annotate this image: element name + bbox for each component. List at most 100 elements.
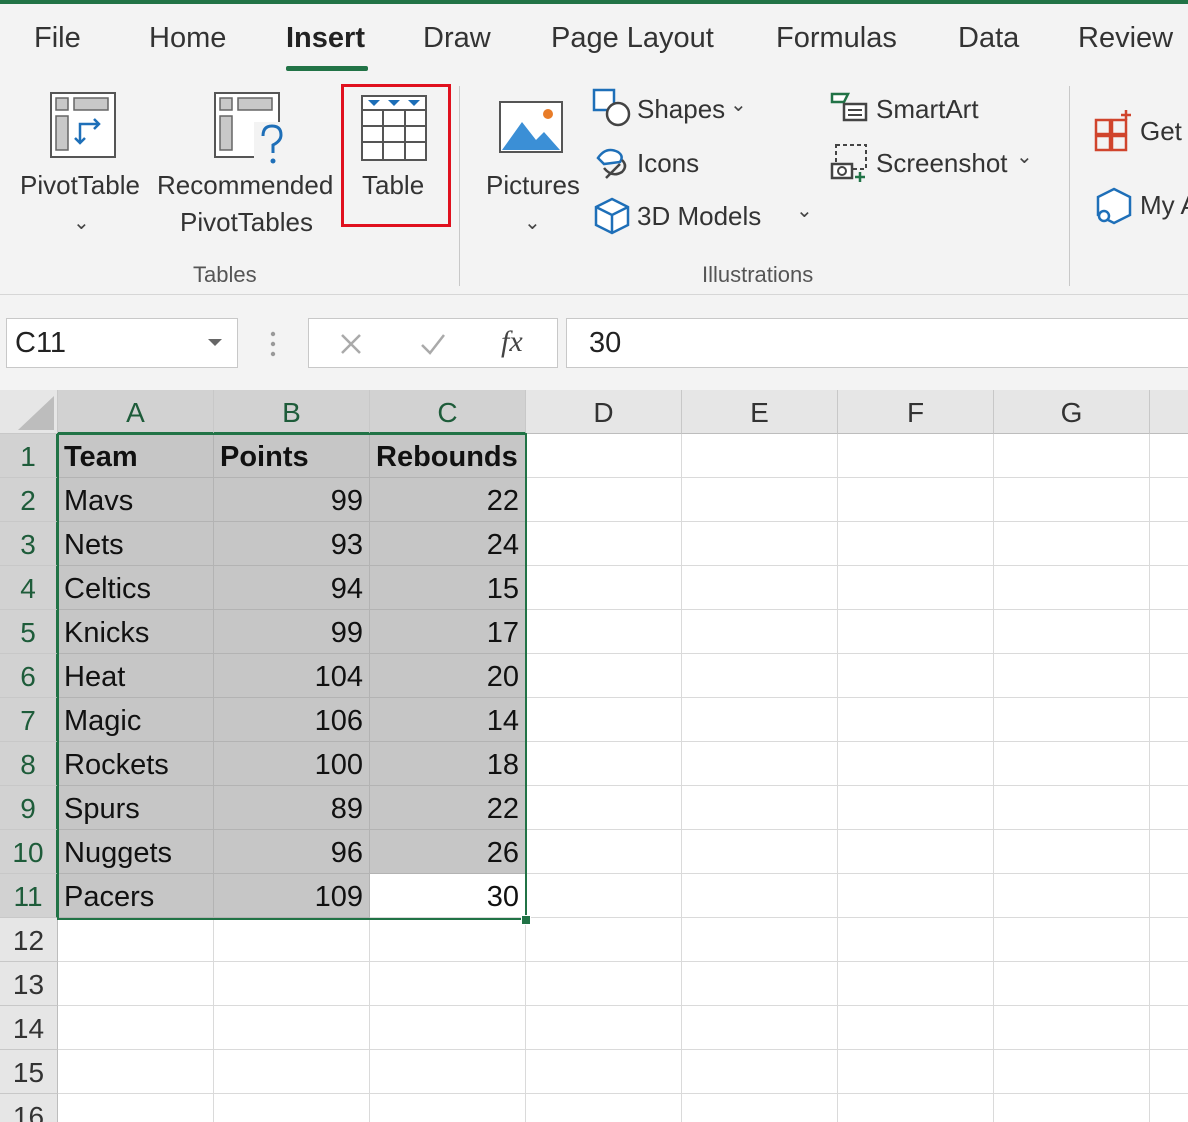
cell-d8[interactable]	[526, 742, 682, 786]
cell-c5[interactable]: 17	[370, 610, 526, 654]
row-header-3[interactable]: 3	[0, 522, 58, 566]
cell-h13[interactable]	[1150, 962, 1188, 1006]
cell-f12[interactable]	[838, 918, 994, 962]
cell-e16[interactable]	[682, 1094, 838, 1122]
row-header-6[interactable]: 6	[0, 654, 58, 698]
tab-page-layout[interactable]: Page Layout	[551, 22, 714, 55]
cell-g8[interactable]	[994, 742, 1150, 786]
tab-draw[interactable]: Draw	[423, 22, 491, 55]
cell-c7[interactable]: 14	[370, 698, 526, 742]
more-options-icon[interactable]	[268, 330, 278, 358]
cell-h14[interactable]	[1150, 1006, 1188, 1050]
cell-a14[interactable]	[58, 1006, 214, 1050]
fill-handle[interactable]	[521, 915, 531, 925]
row-header-14[interactable]: 14	[0, 1006, 58, 1050]
cell-b15[interactable]	[214, 1050, 370, 1094]
cell-d12[interactable]	[526, 918, 682, 962]
chevron-down-icon[interactable]: ⌄	[73, 210, 90, 235]
cell-g12[interactable]	[994, 918, 1150, 962]
tab-review[interactable]: Review	[1078, 22, 1173, 55]
name-box[interactable]: C11	[6, 318, 238, 368]
cell-h3[interactable]	[1150, 522, 1188, 566]
cell-b8[interactable]: 100	[214, 742, 370, 786]
cell-e3[interactable]	[682, 522, 838, 566]
cell-e1[interactable]	[682, 434, 838, 478]
cell-f3[interactable]	[838, 522, 994, 566]
cell-g15[interactable]	[994, 1050, 1150, 1094]
cell-d16[interactable]	[526, 1094, 682, 1122]
cell-e5[interactable]	[682, 610, 838, 654]
cell-g10[interactable]	[994, 830, 1150, 874]
column-header-f[interactable]: F	[838, 390, 994, 434]
cell-c12[interactable]	[370, 918, 526, 962]
cell-h15[interactable]	[1150, 1050, 1188, 1094]
cell-b4[interactable]: 94	[214, 566, 370, 610]
cell-f9[interactable]	[838, 786, 994, 830]
cell-a4[interactable]: Celtics	[58, 566, 214, 610]
cell-f11[interactable]	[838, 874, 994, 918]
column-header-b[interactable]: B	[214, 390, 370, 434]
cell-f6[interactable]	[838, 654, 994, 698]
column-header-g[interactable]: G	[994, 390, 1150, 434]
row-header-10[interactable]: 10	[0, 830, 58, 874]
cell-a12[interactable]	[58, 918, 214, 962]
dropdown-arrow-icon[interactable]	[207, 338, 223, 348]
select-all-corner[interactable]	[0, 390, 58, 434]
cell-b16[interactable]	[214, 1094, 370, 1122]
cell-c6[interactable]: 20	[370, 654, 526, 698]
row-header-4[interactable]: 4	[0, 566, 58, 610]
cell-a6[interactable]: Heat	[58, 654, 214, 698]
cell-b9[interactable]: 89	[214, 786, 370, 830]
cell-a5[interactable]: Knicks	[58, 610, 214, 654]
cell-f14[interactable]	[838, 1006, 994, 1050]
row-header-15[interactable]: 15	[0, 1050, 58, 1094]
cell-e2[interactable]	[682, 478, 838, 522]
column-header-d[interactable]: D	[526, 390, 682, 434]
cell-g7[interactable]	[994, 698, 1150, 742]
cell-e6[interactable]	[682, 654, 838, 698]
row-header-2[interactable]: 2	[0, 478, 58, 522]
cell-d11[interactable]	[526, 874, 682, 918]
cell-f4[interactable]	[838, 566, 994, 610]
formula-input[interactable]: 30	[566, 318, 1188, 368]
cell-b5[interactable]: 99	[214, 610, 370, 654]
cell-d15[interactable]	[526, 1050, 682, 1094]
cell-h1[interactable]	[1150, 434, 1188, 478]
row-header-8[interactable]: 8	[0, 742, 58, 786]
cell-a2[interactable]: Mavs	[58, 478, 214, 522]
row-header-1[interactable]: 1	[0, 434, 58, 478]
cell-d9[interactable]	[526, 786, 682, 830]
cell-b2[interactable]: 99	[214, 478, 370, 522]
cell-g13[interactable]	[994, 962, 1150, 1006]
cell-c4[interactable]: 15	[370, 566, 526, 610]
cell-f10[interactable]	[838, 830, 994, 874]
cell-d14[interactable]	[526, 1006, 682, 1050]
tab-file[interactable]: File	[34, 22, 81, 55]
cell-g2[interactable]	[994, 478, 1150, 522]
cell-f16[interactable]	[838, 1094, 994, 1122]
cell-e7[interactable]	[682, 698, 838, 742]
tab-home[interactable]: Home	[149, 22, 226, 55]
cell-d13[interactable]	[526, 962, 682, 1006]
cell-b10[interactable]: 96	[214, 830, 370, 874]
cell-g11[interactable]	[994, 874, 1150, 918]
cell-h6[interactable]	[1150, 654, 1188, 698]
cell-c2[interactable]: 22	[370, 478, 526, 522]
cell-g14[interactable]	[994, 1006, 1150, 1050]
cell-b1[interactable]: Points	[214, 434, 370, 478]
cell-a15[interactable]	[58, 1050, 214, 1094]
cell-f5[interactable]	[838, 610, 994, 654]
cell-e12[interactable]	[682, 918, 838, 962]
row-header-7[interactable]: 7	[0, 698, 58, 742]
row-header-12[interactable]: 12	[0, 918, 58, 962]
cell-g9[interactable]	[994, 786, 1150, 830]
cell-h5[interactable]	[1150, 610, 1188, 654]
cell-c13[interactable]	[370, 962, 526, 1006]
cell-c8[interactable]: 18	[370, 742, 526, 786]
cell-a11[interactable]: Pacers	[58, 874, 214, 918]
row-header-13[interactable]: 13	[0, 962, 58, 1006]
cell-b3[interactable]: 93	[214, 522, 370, 566]
cell-c14[interactable]	[370, 1006, 526, 1050]
row-header-16[interactable]: 16	[0, 1094, 58, 1122]
cell-g5[interactable]	[994, 610, 1150, 654]
